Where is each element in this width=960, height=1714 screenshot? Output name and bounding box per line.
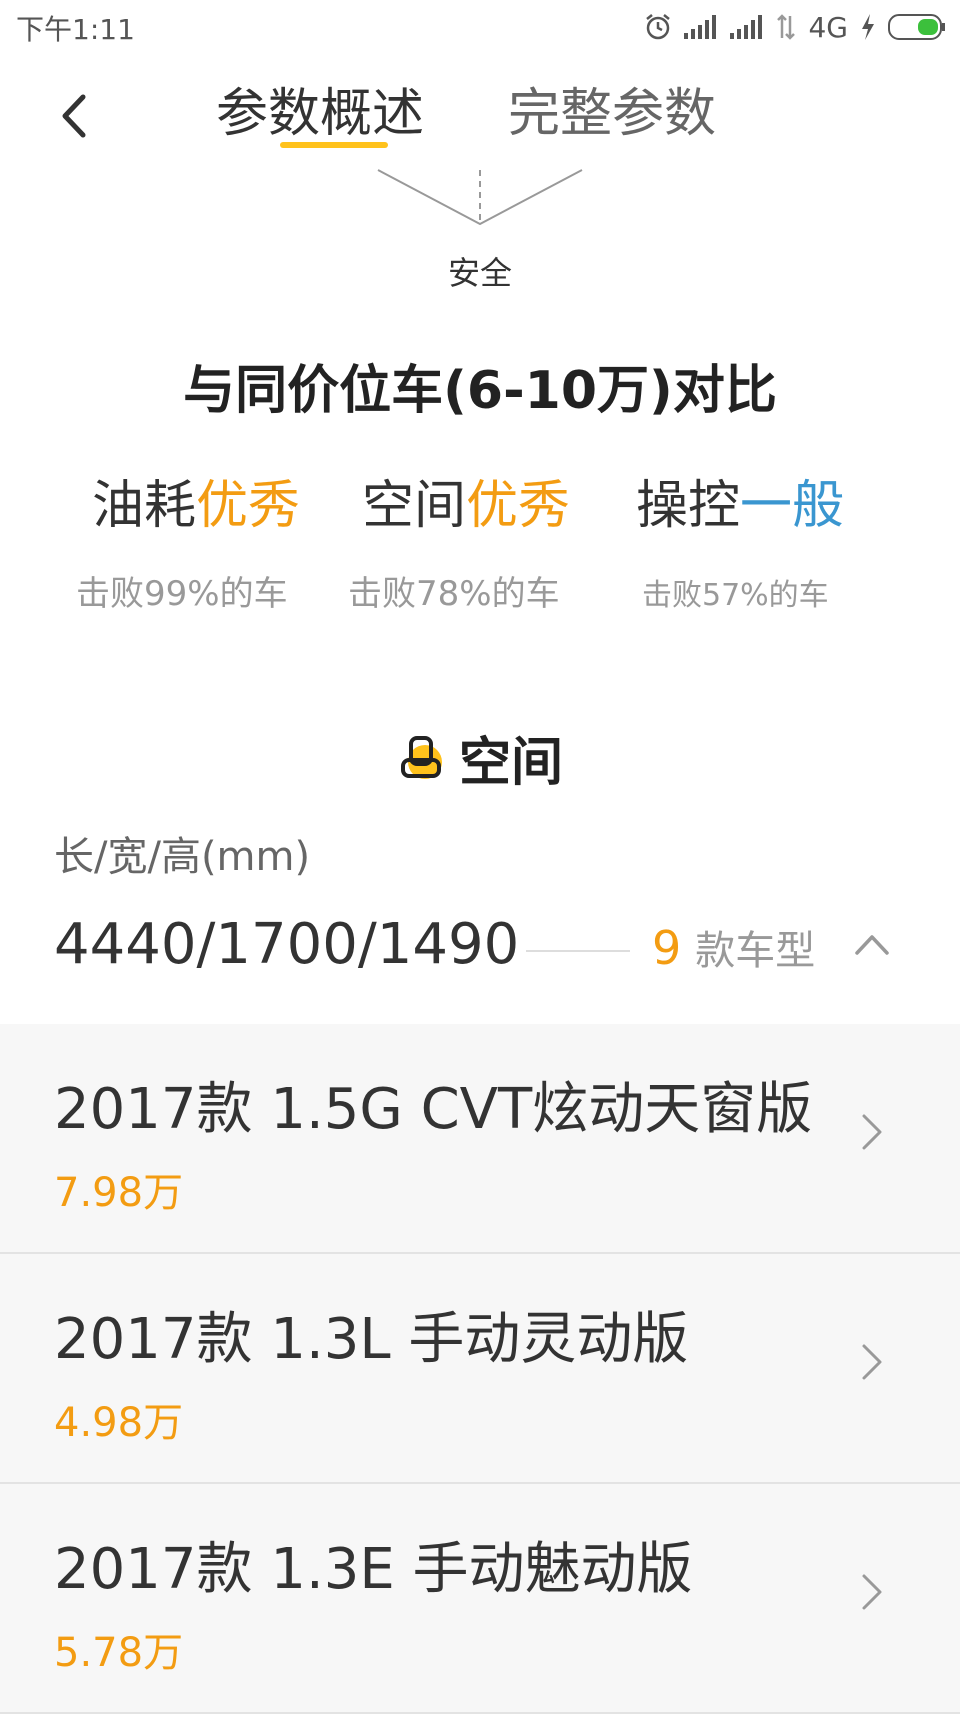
chevron-right-icon — [862, 1344, 882, 1380]
metric-name: 操控 — [636, 476, 741, 536]
tab-full-params[interactable]: 完整参数 — [508, 82, 716, 146]
model-count-label: 款车型 — [695, 928, 816, 974]
active-tab-indicator — [280, 142, 388, 148]
divider — [526, 950, 630, 952]
status-bar: 下午1:11 4G — [0, 0, 960, 54]
model-name: 2017款 1.3E 手动魅动版 — [54, 1537, 693, 1602]
metric-rating: 优秀 — [466, 476, 571, 536]
list-item[interactable]: 2017款 1.3E 手动魅动版 5.78万 — [0, 1484, 960, 1714]
seat-icon — [400, 735, 442, 779]
model-name: 2017款 1.3L 手动灵动版 — [54, 1307, 689, 1372]
radar-chart-fragment — [377, 169, 583, 226]
network-type: 4G — [808, 10, 848, 44]
metric-beat-text: 击败78%的车 — [348, 574, 560, 614]
metric-beat-text: 击败57%的车 — [642, 578, 829, 613]
section-title-space: 空间 — [0, 720, 960, 795]
back-button[interactable] — [52, 86, 96, 146]
tab-overview[interactable]: 参数概述 — [216, 82, 424, 146]
model-list: 2017款 1.5G CVT炫动天窗版 7.98万 2017款 1.3L 手动灵… — [0, 1024, 960, 1714]
list-item[interactable]: 2017款 1.3L 手动灵动版 4.98万 — [0, 1254, 960, 1484]
metric-fuel: 油耗优秀 — [92, 474, 300, 538]
comparison-title: 与同价位车(6-10万)对比 — [183, 361, 777, 421]
top-nav: 参数概述 完整参数 — [0, 60, 960, 170]
section-title-label: 空间 — [458, 733, 563, 793]
model-count-number: 9 — [652, 921, 682, 975]
metric-rating: 一般 — [740, 476, 845, 536]
signal-icon — [684, 15, 717, 39]
dimension-label: 长/宽/高(mm) — [54, 834, 311, 880]
metric-space: 空间优秀 — [362, 474, 570, 538]
metric-name: 油耗 — [92, 476, 197, 536]
signal-icon — [730, 15, 763, 39]
chevron-right-icon — [862, 1574, 882, 1610]
model-count-toggle[interactable]: 9 款车型 — [652, 918, 815, 976]
chevron-right-icon — [862, 1114, 882, 1150]
metric-name: 空间 — [362, 476, 467, 536]
dimension-value: 4440/1700/1490 — [54, 912, 520, 977]
radar-axis-label: 安全 — [447, 254, 512, 292]
status-icons: 4G — [644, 10, 946, 44]
list-item[interactable]: 2017款 1.5G CVT炫动天窗版 7.98万 — [0, 1024, 960, 1254]
charging-icon — [862, 14, 874, 40]
chevron-left-icon — [62, 94, 86, 138]
metric-beat-text: 击败99%的车 — [76, 574, 288, 614]
model-price: 4.98万 — [54, 1400, 184, 1446]
model-price: 7.98万 — [54, 1170, 184, 1216]
data-transfer-icon — [777, 14, 796, 40]
alarm-icon — [646, 14, 671, 40]
metric-handling: 操控一般 — [636, 474, 844, 538]
battery-icon — [888, 14, 945, 40]
model-name: 2017款 1.5G CVT炫动天窗版 — [54, 1077, 813, 1142]
chevron-up-icon[interactable] — [854, 930, 890, 958]
status-time: 下午1:11 — [16, 13, 135, 46]
model-price: 5.78万 — [54, 1630, 184, 1676]
metric-rating: 优秀 — [196, 476, 301, 536]
